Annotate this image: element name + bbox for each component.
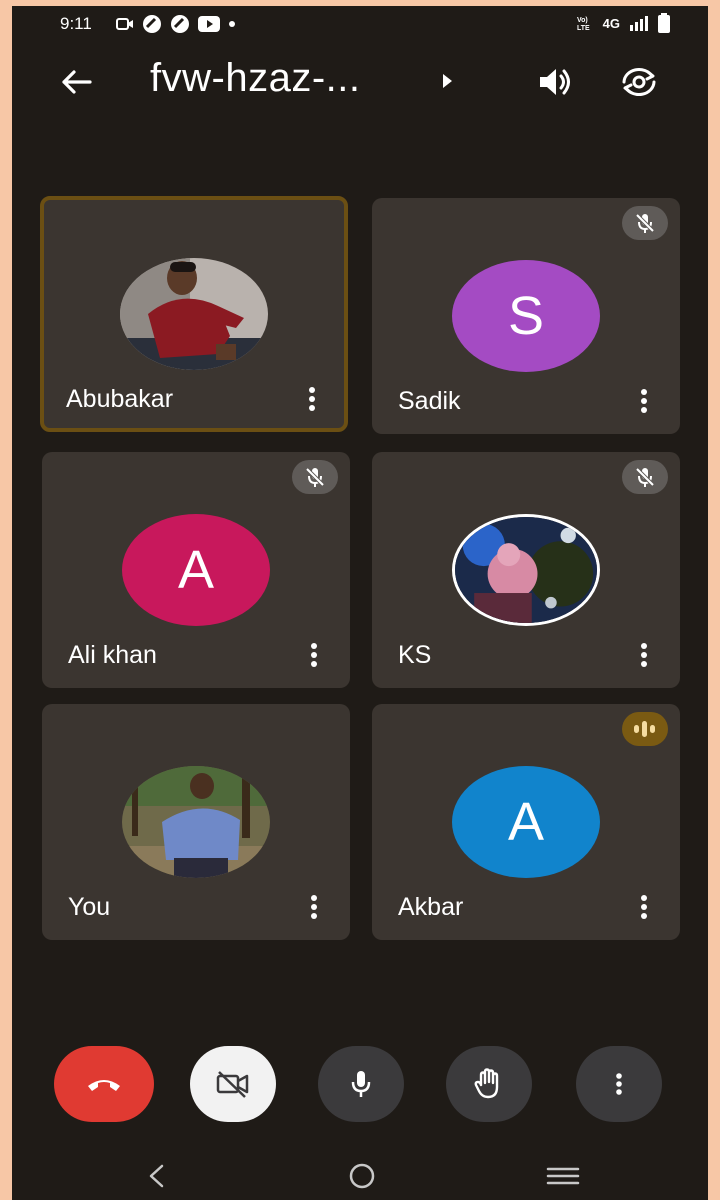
call-header: fvw-hzaz-... bbox=[12, 50, 708, 114]
audio-level-icon bbox=[634, 721, 655, 737]
meeting-code-title[interactable]: fvw-hzaz-... bbox=[150, 56, 360, 101]
more-vert-icon[interactable] bbox=[304, 894, 324, 920]
avatar-initial: A bbox=[122, 514, 270, 626]
mic-off-badge bbox=[622, 460, 668, 494]
network-type: 4G bbox=[602, 15, 620, 31]
avatar-initial-letter: S bbox=[507, 286, 545, 346]
more-vert-icon[interactable] bbox=[634, 894, 654, 920]
avatar-initial-letter: A bbox=[177, 540, 215, 600]
system-navigation-bar bbox=[12, 1152, 708, 1200]
end-call-button[interactable] bbox=[54, 1046, 154, 1122]
app-notification-icon bbox=[143, 15, 161, 33]
raise-hand-button[interactable] bbox=[446, 1046, 532, 1122]
avatar-photo bbox=[452, 514, 600, 626]
participant-name: KS bbox=[398, 641, 432, 669]
avatar-initial: S bbox=[452, 260, 600, 372]
participant-tile-akbar[interactable]: A Akbar bbox=[372, 704, 680, 940]
more-vert-icon[interactable] bbox=[304, 642, 324, 668]
more-vert-icon bbox=[616, 1073, 622, 1095]
participant-photo bbox=[455, 517, 597, 623]
avatar-initial-letter: A bbox=[507, 792, 545, 852]
participant-tile-you[interactable]: You bbox=[42, 704, 350, 940]
mic-off-icon bbox=[635, 467, 655, 487]
youtube-notification-icon bbox=[198, 16, 220, 32]
participant-name: Ali khan bbox=[68, 641, 157, 669]
participant-tile-ali-khan[interactable]: A Ali khan bbox=[42, 452, 350, 688]
nav-recents-icon[interactable] bbox=[546, 1164, 580, 1188]
switch-camera-icon[interactable] bbox=[618, 62, 660, 102]
status-system-icons: Vo) LTE 4G bbox=[577, 13, 670, 33]
more-options-button[interactable] bbox=[576, 1046, 662, 1122]
speaking-indicator bbox=[622, 712, 668, 746]
video-notification-icon bbox=[116, 18, 133, 30]
app-notification-icon-2 bbox=[171, 15, 189, 33]
participant-name: You bbox=[68, 893, 111, 921]
svg-text:LTE: LTE bbox=[577, 25, 590, 31]
speaker-icon[interactable] bbox=[534, 62, 574, 102]
battery-icon bbox=[658, 13, 670, 33]
participant-photo bbox=[122, 766, 270, 878]
mic-off-icon bbox=[305, 467, 325, 487]
nav-home-icon[interactable] bbox=[346, 1162, 378, 1190]
participant-photo bbox=[120, 258, 268, 370]
signal-icon bbox=[630, 16, 648, 31]
video-off-icon bbox=[216, 1071, 249, 1098]
status-time: 9:11 bbox=[60, 14, 92, 33]
status-notification-icons bbox=[116, 14, 236, 34]
more-vert-icon[interactable] bbox=[634, 388, 654, 414]
participant-tile-ks[interactable]: KS bbox=[372, 452, 680, 688]
participant-tile-abubakar[interactable]: Abubakar bbox=[40, 196, 348, 432]
microphone-button[interactable] bbox=[318, 1046, 404, 1122]
mic-off-icon bbox=[635, 213, 655, 233]
nav-back-icon[interactable] bbox=[146, 1164, 168, 1188]
avatar-initial: A bbox=[452, 766, 600, 878]
more-vert-icon[interactable] bbox=[302, 386, 322, 412]
meet-screen: 9:11 Vo) LTE 4G fvw-hzaz-... Abubakar S … bbox=[12, 6, 708, 1200]
volte-icon: Vo)LTE bbox=[577, 17, 590, 31]
participant-name: Abubakar bbox=[66, 385, 174, 413]
phone-hangup-icon bbox=[88, 1080, 120, 1091]
more-vert-icon[interactable] bbox=[634, 642, 654, 668]
caret-right-icon[interactable] bbox=[440, 72, 454, 90]
avatar-photo bbox=[122, 766, 270, 878]
mic-icon bbox=[351, 1071, 371, 1097]
raise-hand-icon bbox=[474, 1068, 499, 1099]
avatar-photo bbox=[120, 258, 268, 370]
camera-toggle-button[interactable] bbox=[190, 1046, 276, 1122]
participant-name: Sadik bbox=[398, 387, 461, 415]
mic-off-badge bbox=[622, 206, 668, 240]
participant-name: Akbar bbox=[398, 893, 464, 921]
svg-text:Vo): Vo) bbox=[577, 17, 588, 24]
dot-notification-icon bbox=[229, 21, 235, 27]
mic-off-badge bbox=[292, 460, 338, 494]
participant-tile-sadik[interactable]: S Sadik bbox=[372, 198, 680, 434]
status-bar: 9:11 Vo) LTE 4G bbox=[12, 6, 708, 42]
back-arrow-icon[interactable] bbox=[56, 62, 96, 102]
